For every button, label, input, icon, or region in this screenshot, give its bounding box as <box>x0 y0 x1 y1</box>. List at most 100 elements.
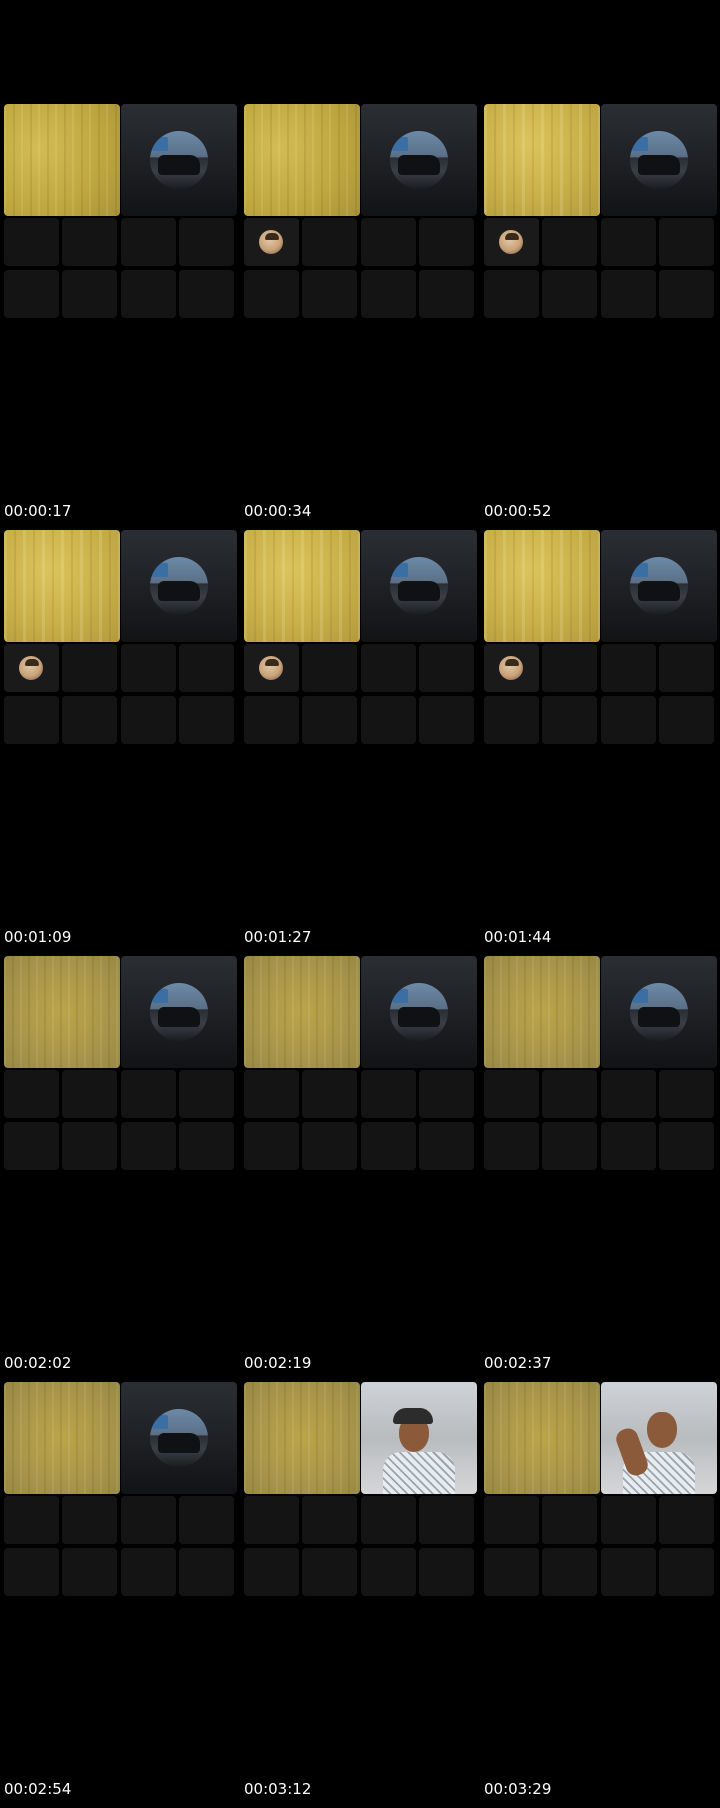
empty-participant-slot <box>542 1122 597 1170</box>
empty-participant-slot <box>419 1122 474 1170</box>
empty-participant-slot <box>601 1548 656 1596</box>
remote-avatar-tile[interactable] <box>361 104 477 216</box>
remote-camera-tile[interactable] <box>361 1382 477 1494</box>
empty-participant-slot <box>244 696 299 744</box>
participant-avatar-tile[interactable] <box>244 218 299 266</box>
empty-participant-slot <box>361 1122 416 1170</box>
remote-camera-tile[interactable] <box>601 1382 717 1494</box>
local-video-tile[interactable] <box>244 530 360 642</box>
frame-12: 00:03:29 <box>484 1382 720 1808</box>
empty-participant-slot <box>4 696 59 744</box>
empty-participant-slot <box>179 696 234 744</box>
local-video-tile[interactable] <box>484 104 600 216</box>
empty-participant-slot <box>4 270 59 318</box>
empty-participant-slot <box>419 270 474 318</box>
remote-avatar-tile[interactable] <box>601 104 717 216</box>
empty-participant-slot <box>179 270 234 318</box>
frame-2: 00:00:34 <box>244 104 484 530</box>
frame-timestamp: 00:02:02 <box>4 1354 72 1372</box>
empty-participant-slot <box>302 270 357 318</box>
frame-3: 00:00:52 <box>484 104 720 530</box>
participant-face-icon <box>259 656 283 680</box>
remote-avatar-tile[interactable] <box>121 1382 237 1494</box>
frame-timestamp: 00:02:37 <box>484 1354 552 1372</box>
empty-participant-slot <box>601 218 656 266</box>
remote-avatar-tile[interactable] <box>601 956 717 1068</box>
frame-timestamp: 00:02:19 <box>244 1354 312 1372</box>
empty-participant-slot <box>179 1070 234 1118</box>
empty-participant-slot <box>361 1070 416 1118</box>
participant-face-icon <box>499 230 523 254</box>
local-video-tile[interactable] <box>244 1382 360 1494</box>
empty-participant-slot <box>4 1496 59 1544</box>
participant-avatar-tile[interactable] <box>244 644 299 692</box>
local-video-tile[interactable] <box>484 1382 600 1494</box>
empty-participant-slot <box>484 270 539 318</box>
local-video-tile[interactable] <box>484 956 600 1068</box>
remote-avatar-tile[interactable] <box>601 530 717 642</box>
local-video-tile[interactable] <box>244 104 360 216</box>
remote-avatar-tile[interactable] <box>121 530 237 642</box>
empty-participant-slot <box>484 1548 539 1596</box>
participant-avatar-tile[interactable] <box>484 218 539 266</box>
frame-timestamp: 00:03:12 <box>244 1780 312 1798</box>
person-cap <box>393 1408 433 1424</box>
remote-avatar-tile[interactable] <box>121 956 237 1068</box>
empty-participant-slot <box>121 644 176 692</box>
profile-avatar <box>390 983 448 1041</box>
frame-11: 00:03:12 <box>244 1382 484 1808</box>
empty-participant-slot <box>244 1122 299 1170</box>
empty-participant-slot <box>302 218 357 266</box>
frame-timestamp: 00:01:09 <box>4 928 72 946</box>
empty-participant-slot <box>419 644 474 692</box>
empty-participant-slot <box>302 696 357 744</box>
empty-participant-slot <box>542 1548 597 1596</box>
frame-5: 00:01:27 <box>244 530 484 956</box>
person-face <box>647 1412 677 1448</box>
frame-8: 00:02:19 <box>244 956 484 1382</box>
remote-avatar-tile[interactable] <box>361 530 477 642</box>
empty-participant-slot <box>244 1070 299 1118</box>
empty-participant-slot <box>121 270 176 318</box>
participant-avatar-tile[interactable] <box>484 644 539 692</box>
profile-avatar <box>390 557 448 615</box>
remote-avatar-tile[interactable] <box>361 956 477 1068</box>
empty-participant-slot <box>659 1496 714 1544</box>
local-video-tile[interactable] <box>484 530 600 642</box>
empty-participant-slot <box>62 1070 117 1118</box>
empty-participant-slot <box>419 696 474 744</box>
frame-10: 00:02:54 <box>4 1382 244 1808</box>
profile-avatar <box>150 1409 208 1467</box>
empty-participant-slot <box>361 1496 416 1544</box>
empty-participant-slot <box>4 1548 59 1596</box>
empty-participant-slot <box>121 1122 176 1170</box>
frame-9: 00:02:37 <box>484 956 720 1382</box>
empty-participant-slot <box>419 1070 474 1118</box>
local-video-tile[interactable] <box>4 104 120 216</box>
participant-avatar-tile[interactable] <box>4 644 59 692</box>
empty-participant-slot <box>302 1070 357 1118</box>
empty-participant-slot <box>542 1496 597 1544</box>
empty-participant-slot <box>302 644 357 692</box>
empty-participant-slot <box>121 1070 176 1118</box>
local-video-tile[interactable] <box>4 1382 120 1494</box>
profile-avatar <box>390 131 448 189</box>
local-video-tile[interactable] <box>244 956 360 1068</box>
remote-avatar-tile[interactable] <box>121 104 237 216</box>
empty-participant-slot <box>419 218 474 266</box>
empty-participant-slot <box>62 644 117 692</box>
local-video-tile[interactable] <box>4 956 120 1068</box>
profile-avatar <box>630 557 688 615</box>
empty-participant-slot <box>601 1496 656 1544</box>
empty-participant-slot <box>4 1122 59 1170</box>
empty-participant-slot <box>542 270 597 318</box>
empty-participant-slot <box>659 270 714 318</box>
empty-participant-slot <box>659 1122 714 1170</box>
frame-1: 00:00:17 <box>4 104 244 530</box>
empty-participant-slot <box>542 644 597 692</box>
empty-participant-slot <box>542 218 597 266</box>
profile-avatar <box>150 131 208 189</box>
local-video-tile[interactable] <box>4 530 120 642</box>
empty-participant-slot <box>419 1496 474 1544</box>
empty-participant-slot <box>361 696 416 744</box>
